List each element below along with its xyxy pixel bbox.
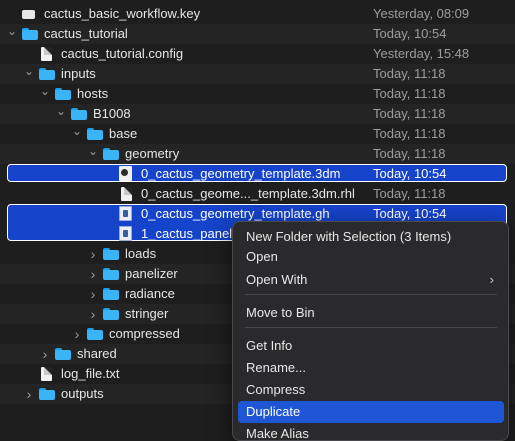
date-modified: Today, 11:18 [373,66,446,81]
get-info-menu-item[interactable]: Get Info [238,335,504,357]
disclosure-chevron-right-icon[interactable]: › [87,304,99,324]
folder-row[interactable]: ⌄ base Today, 11:18 [0,124,515,144]
disclosure-chevron-down-icon[interactable]: ⌄ [71,124,83,144]
folder-row[interactable]: ⌄ geometry Today, 11:18 [0,144,515,164]
folder-icon [22,28,38,40]
document-icon [41,47,52,61]
folder-icon [103,268,119,280]
menu-separator [245,327,497,328]
file-name: log_file.txt [61,366,120,381]
document-icon [121,187,132,201]
folder-icon [39,388,55,400]
move-to-bin-menu-item[interactable]: Move to Bin [238,302,504,324]
folder-icon [87,128,103,140]
folder-row[interactable]: ⌄ B1008 Today, 11:18 [0,104,515,124]
folder-icon [39,68,55,80]
file-name: panelizer [125,266,178,281]
grasshopper-file-icon [119,206,132,221]
date-modified: Yesterday, 08:09 [373,6,470,21]
menu-separator [245,294,497,295]
disclosure-chevron-right-icon[interactable]: › [87,264,99,284]
menu-item-label: Move to Bin [246,305,315,320]
folder-row[interactable]: ⌄ cactus_tutorial Today, 10:54 [0,24,515,44]
menu-item-label: Compress [246,382,306,397]
disclosure-chevron-down-icon[interactable]: ⌄ [55,104,67,124]
folder-icon [87,328,103,340]
date-modified: Yesterday, 15:48 [373,46,470,61]
folder-icon [55,88,71,100]
date-modified: Today, 11:18 [373,146,446,161]
folder-icon [103,308,119,320]
date-modified: Today, 11:18 [373,106,446,121]
file-name: 0_cactus_geome..._template.3dm.rhl [141,186,355,201]
menu-item-label: Open With [246,272,308,287]
date-modified: Today, 11:18 [373,126,446,141]
folder-icon [103,148,119,160]
date-modified: Today, 11:18 [373,186,446,201]
grasshopper-file-icon [119,226,132,241]
file-row[interactable]: 0_cactus_geometry_template.3dm Today, 10:… [0,164,515,184]
disclosure-chevron-right-icon[interactable]: › [23,384,35,404]
file-name: base [109,126,138,141]
rename-menu-item[interactable]: Rename... [238,357,504,379]
date-modified: Today, 11:18 [373,86,446,101]
document-icon [41,367,52,381]
file-name: cactus_basic_workflow.key [44,6,201,21]
key-icon [22,10,35,19]
context-menu: New Folder with Selection (3 Items) Open O… [232,221,509,441]
file-name: compressed [109,326,180,341]
open-menu-item[interactable]: Open [238,246,504,268]
duplicate-menu-item[interactable]: Duplicate [238,401,504,423]
disclosure-chevron-right-icon[interactable]: › [71,324,83,344]
menu-item-label: Open [246,249,278,264]
file-row[interactable]: cactus_tutorial.config Yesterday, 15:48 [0,44,515,64]
file-name: stringer [125,306,169,321]
file-row[interactable]: cactus_basic_workflow.key Yesterday, 08:0… [0,4,515,24]
menu-item-label: New Folder with Selection (3 Items) [246,229,452,244]
file-name: B1008 [93,106,131,121]
submenu-chevron-right-icon: › [489,272,494,287]
disclosure-chevron-down-icon[interactable]: ⌄ [6,24,18,44]
disclosure-chevron-right-icon[interactable]: › [39,344,51,364]
menu-item-label: Duplicate [246,404,301,419]
make-alias-menu-item[interactable]: Make Alias [238,423,504,441]
folder-icon [103,288,119,300]
disclosure-chevron-down-icon[interactable]: ⌄ [23,64,35,84]
file-name: outputs [61,386,104,401]
rhino-file-icon [119,166,132,181]
disclosure-chevron-right-icon[interactable]: › [87,244,99,264]
new-folder-with-selection-menu-item[interactable]: New Folder with Selection (3 Items) [238,226,504,248]
menu-item-label: Rename... [246,360,306,375]
compress-menu-item[interactable]: Compress [238,379,504,401]
menu-item-label: Make Alias [246,426,309,441]
disclosure-chevron-down-icon[interactable]: ⌄ [39,84,51,104]
folder-row[interactable]: ⌄ hosts Today, 11:18 [0,84,515,104]
folder-icon [55,348,71,360]
disclosure-chevron-right-icon[interactable]: › [87,284,99,304]
file-name: inputs [61,66,96,81]
file-name: loads [125,246,157,261]
folder-icon [71,108,87,120]
file-name: hosts [77,86,109,101]
file-name: cactus_tutorial [44,26,128,41]
file-name: cactus_tutorial.config [61,46,184,61]
folder-icon [103,248,119,260]
file-name: 0_cactus_geometry_template.3dm [141,166,341,181]
file-name: geometry [125,146,180,161]
file-name: radiance [125,286,175,301]
date-modified: Today, 10:54 [373,166,447,181]
file-row[interactable]: 0_cactus_geome..._template.3dm.rhl Today,… [0,184,515,204]
file-name: shared [77,346,117,361]
folder-row[interactable]: ⌄ inputs Today, 11:18 [0,64,515,84]
disclosure-chevron-down-icon[interactable]: ⌄ [87,144,99,164]
menu-item-label: Get Info [246,338,293,353]
open-with-menu-item[interactable]: Open With › [238,269,504,291]
date-modified: Today, 10:54 [373,26,447,41]
